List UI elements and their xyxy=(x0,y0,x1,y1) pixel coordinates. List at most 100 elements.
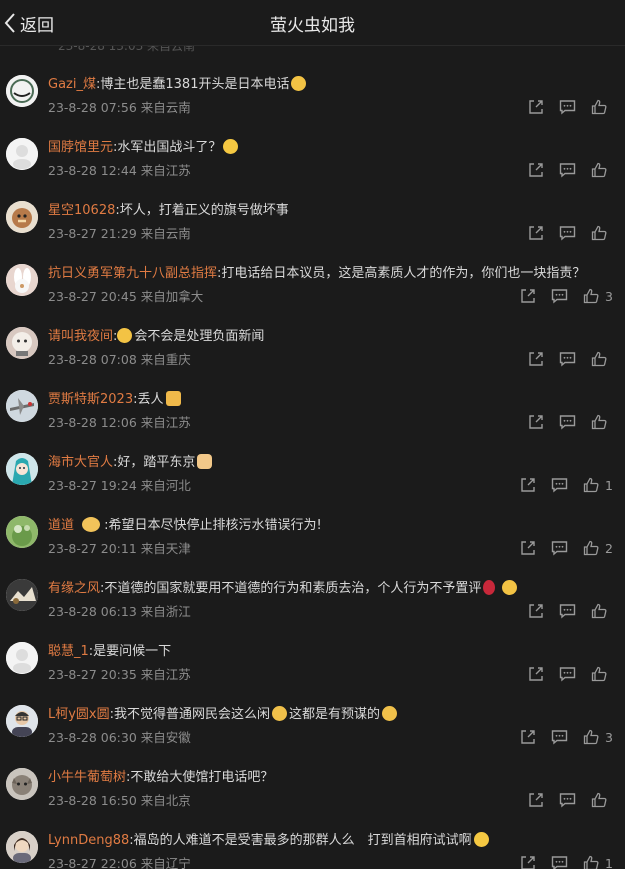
avatar[interactable] xyxy=(6,453,38,485)
comment-text-line: 请叫我夜间: 会不会是处理负面新闻 xyxy=(48,328,265,344)
username[interactable]: 抗日义勇军第九十八副总指挥 xyxy=(48,266,217,281)
username[interactable]: 道道 xyxy=(48,518,74,533)
avatar[interactable] xyxy=(6,705,38,737)
reply-button[interactable] xyxy=(551,540,568,556)
avatar[interactable] xyxy=(6,516,38,548)
like-button[interactable] xyxy=(591,99,613,115)
fist-emoji-icon xyxy=(197,454,213,469)
avatar[interactable] xyxy=(6,138,38,170)
like-button[interactable]: 2 xyxy=(583,540,613,556)
share-button[interactable] xyxy=(528,603,544,619)
like-button[interactable]: 3 xyxy=(583,729,613,745)
comment-icon xyxy=(551,477,568,493)
username[interactable]: 星空10628 xyxy=(48,203,115,218)
comment-time: 23-8-27 20:35 xyxy=(48,667,137,682)
username[interactable]: LynnDeng88 xyxy=(48,833,129,848)
reply-button[interactable] xyxy=(551,729,568,745)
reply-button[interactable] xyxy=(559,351,576,367)
reply-button[interactable] xyxy=(559,666,576,682)
avatar[interactable] xyxy=(6,327,38,359)
like-button[interactable] xyxy=(591,225,613,241)
avatar[interactable] xyxy=(6,579,38,611)
comment-text-line: LynnDeng88:福岛的人难道不是受害最多的那群人么 打到首相府试试啊 xyxy=(48,829,489,848)
reply-button[interactable] xyxy=(559,225,576,241)
comment-actions xyxy=(513,223,613,243)
username[interactable]: 聪慧_1 xyxy=(48,644,89,659)
comment-location: 来自重庆 xyxy=(140,352,191,367)
laugh-emoji-icon xyxy=(473,832,489,847)
reply-button[interactable] xyxy=(559,99,576,115)
share-button[interactable] xyxy=(520,540,536,556)
comment-location: 来自云南 xyxy=(140,226,191,241)
reply-button[interactable] xyxy=(551,288,568,304)
share-button[interactable] xyxy=(520,729,536,745)
comment-actions: 3 xyxy=(505,727,613,747)
reply-button[interactable] xyxy=(559,603,576,619)
like-button[interactable] xyxy=(591,792,613,808)
avatar[interactable] xyxy=(6,642,38,674)
comment-time: 23-8-28 06:13 xyxy=(48,604,137,619)
share-button[interactable] xyxy=(528,162,544,178)
comment-meta: 23-8-27 20:45 来自加拿大 xyxy=(48,286,203,305)
comment-text: 福岛的人难道不是受害最多的那群人么 打到首相府试试啊 xyxy=(133,833,472,848)
avatar[interactable] xyxy=(6,201,38,233)
username[interactable]: Gazi_煤 xyxy=(48,77,96,92)
share-button[interactable] xyxy=(528,225,544,241)
share-icon xyxy=(528,99,544,115)
like-button[interactable] xyxy=(591,162,613,178)
reply-button[interactable] xyxy=(559,162,576,178)
like-button[interactable]: 1 xyxy=(583,855,613,869)
like-button[interactable]: 3 xyxy=(583,288,613,304)
avatar[interactable] xyxy=(6,831,38,863)
reply-button[interactable] xyxy=(551,855,568,869)
share-button[interactable] xyxy=(520,855,536,869)
share-icon xyxy=(528,162,544,178)
comment-text: 不敢给大使馆打电话吧？ xyxy=(130,770,274,785)
share-button[interactable] xyxy=(528,414,544,430)
share-button[interactable] xyxy=(528,99,544,115)
share-button[interactable] xyxy=(528,666,544,682)
like-button[interactable] xyxy=(591,603,613,619)
comment-row: 星空10628:坏人，打着正义的旗号做坏事 23-8-27 21:29 来自云南 xyxy=(0,193,625,256)
comment-meta: 23-8-28 16:50 来自北京 xyxy=(48,790,191,809)
like-button[interactable] xyxy=(591,666,613,682)
reply-button[interactable] xyxy=(559,792,576,808)
username[interactable]: 请叫我夜间 xyxy=(48,329,113,344)
comment-location: 来自云南 xyxy=(140,100,191,115)
username[interactable]: 小牛牛葡萄树 xyxy=(48,770,126,785)
reply-button[interactable] xyxy=(551,477,568,493)
comment-time: 23-8-27 20:45 xyxy=(48,289,137,304)
like-count: 3 xyxy=(605,288,613,304)
username[interactable]: L柯y圆x圆 xyxy=(48,707,110,722)
username[interactable]: 贾斯特斯2023 xyxy=(48,392,133,407)
share-button[interactable] xyxy=(520,288,536,304)
like-button[interactable] xyxy=(591,351,613,367)
comment-actions xyxy=(513,664,613,684)
comment-location: 来自江苏 xyxy=(140,415,191,430)
reply-button[interactable] xyxy=(559,414,576,430)
comment-location: 来自天津 xyxy=(140,541,191,556)
shrug-emoji-icon xyxy=(272,706,288,721)
avatar[interactable] xyxy=(6,768,38,800)
like-button[interactable] xyxy=(591,414,613,430)
avatar[interactable] xyxy=(6,390,38,422)
comment-row: 贾斯特斯2023:丢人 23-8-28 12:06 来自江苏 xyxy=(0,382,625,445)
avatar[interactable] xyxy=(6,264,38,296)
username[interactable]: 海市大官人 xyxy=(48,455,113,470)
username[interactable]: 有缘之风 xyxy=(48,581,100,596)
username[interactable]: 国脖馆里元 xyxy=(48,140,113,155)
comment-meta: 23-8-27 19:24 来自河北 xyxy=(48,475,191,494)
comment-meta: 23-8-27 21:29 来自云南 xyxy=(48,223,191,242)
share-icon xyxy=(520,729,536,745)
comment-time: 23-8-28 06:30 xyxy=(48,730,137,745)
share-button[interactable] xyxy=(528,792,544,808)
comment-location: 来自江苏 xyxy=(140,163,191,178)
comment-actions xyxy=(513,349,613,369)
share-button[interactable] xyxy=(528,351,544,367)
comment-text-line: 海市大官人:好，踏平东京 xyxy=(48,451,213,470)
share-button[interactable] xyxy=(520,477,536,493)
comment-icon xyxy=(551,855,568,869)
like-button[interactable]: 1 xyxy=(583,477,613,493)
comment-actions xyxy=(513,790,613,810)
avatar[interactable] xyxy=(6,75,38,107)
